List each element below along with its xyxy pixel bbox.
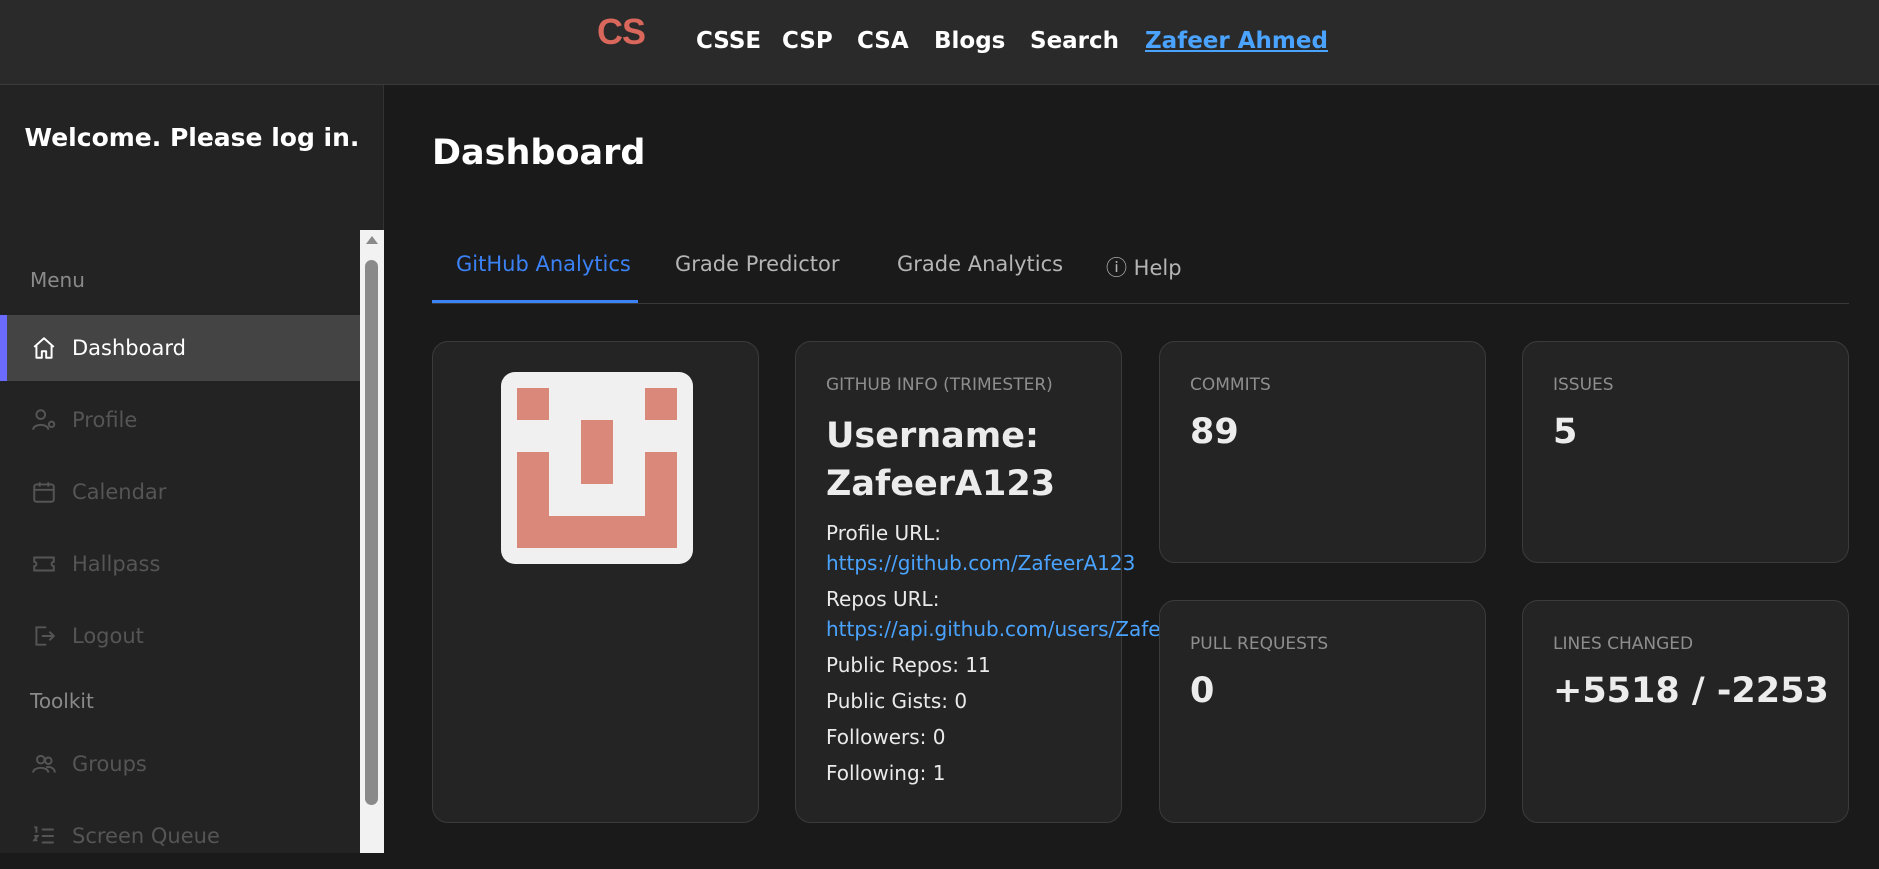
calendar-icon <box>30 478 58 506</box>
svg-text:CS: CS <box>597 12 645 52</box>
sidebar-item-profile[interactable]: Profile <box>0 387 360 453</box>
tab-bar: GitHub Analytics Grade Predictor Grade A… <box>432 232 1849 304</box>
pull-requests-value: 0 <box>1190 671 1215 711</box>
nav-link-blogs[interactable]: Blogs <box>934 28 1005 54</box>
sidebar-item-hallpass[interactable]: Hallpass <box>0 531 360 597</box>
pull-requests-label: PULL REQUESTS <box>1190 634 1329 654</box>
sidebar-item-label: Calendar <box>72 480 167 504</box>
active-tab-indicator <box>432 300 638 303</box>
github-info-card: GITHUB INFO (TRIMESTER) Username: Zafeer… <box>795 341 1171 823</box>
sidebar-item-label: Profile <box>72 408 138 432</box>
sidebar: Welcome. Please log in. Menu Dashboard P… <box>0 85 384 853</box>
sidebar-item-groups[interactable]: Groups <box>0 731 360 797</box>
commits-value: 89 <box>1190 412 1239 452</box>
tab-github-analytics[interactable]: GitHub Analytics <box>456 252 631 276</box>
logout-icon <box>30 622 58 650</box>
toolkit-heading: Toolkit <box>30 689 94 713</box>
sidebar-item-calendar[interactable]: Calendar <box>0 459 360 525</box>
issues-card: ISSUES 5 <box>1522 341 1849 563</box>
tab-grade-analytics[interactable]: Grade Analytics <box>897 252 1063 276</box>
avatar-card <box>432 341 759 823</box>
sidebar-item-label: Dashboard <box>72 336 186 360</box>
issues-value: 5 <box>1553 412 1578 452</box>
sidebar-item-label: Groups <box>72 752 147 776</box>
user-gear-icon <box>30 406 58 434</box>
sidebar-item-label: Hallpass <box>72 552 161 576</box>
nav-link-csse[interactable]: CSSE <box>696 28 761 54</box>
repos-url-clip: https://api.github.com/users/ZafeerA123/… <box>796 342 1171 822</box>
identicon-avatar <box>501 372 693 564</box>
sidebar-item-label: Logout <box>72 624 144 648</box>
list-ordered-icon <box>30 822 58 850</box>
tab-help[interactable]: ⓘ Help <box>1106 252 1182 282</box>
ticket-icon <box>30 550 58 578</box>
nav-link-search[interactable]: Search <box>1030 28 1119 54</box>
nav-user-link[interactable]: Zafeer Ahmed <box>1145 28 1328 54</box>
sidebar-item-dashboard[interactable]: Dashboard <box>0 315 360 381</box>
commits-label: COMMITS <box>1190 375 1271 395</box>
public-gists: Public Gists: 0 <box>826 689 968 713</box>
scroll-thumb[interactable] <box>365 260 378 805</box>
welcome-text: Welcome. Please log in. <box>24 123 360 152</box>
lines-changed-card: LINES CHANGED +5518 / -2253 <box>1522 600 1849 823</box>
scroll-up-arrow-icon[interactable] <box>366 236 378 244</box>
sidebar-item-screen-queue[interactable]: Screen Queue <box>0 803 360 869</box>
home-icon <box>30 334 58 362</box>
lines-changed-label: LINES CHANGED <box>1553 634 1694 654</box>
following: Following: 1 <box>826 761 946 785</box>
tab-grade-predictor[interactable]: Grade Predictor <box>675 252 840 276</box>
menu-heading: Menu <box>30 268 85 292</box>
top-navbar: CS CSSE CSP CSA Blogs Search Zafeer Ahme… <box>0 0 1879 85</box>
page-title: Dashboard <box>432 133 646 173</box>
nav-link-csa[interactable]: CSA <box>857 28 909 54</box>
cs-logo-icon[interactable]: CS <box>595 12 651 52</box>
lines-changed-value: +5518 / -2253 <box>1553 671 1829 711</box>
sidebar-item-logout[interactable]: Logout <box>0 603 360 669</box>
followers: Followers: 0 <box>826 725 946 749</box>
sidebar-scrollbar[interactable] <box>360 230 384 853</box>
sidebar-item-label: Screen Queue <box>72 824 220 848</box>
pull-requests-card: PULL REQUESTS 0 <box>1159 600 1486 823</box>
repos-url-link[interactable]: https://api.github.com/users/ZafeerA123/… <box>826 617 1171 641</box>
users-icon <box>30 750 58 778</box>
public-repos: Public Repos: 11 <box>826 653 991 677</box>
commits-card: COMMITS 89 <box>1159 341 1486 563</box>
issues-label: ISSUES <box>1553 375 1614 395</box>
nav-link-csp[interactable]: CSP <box>782 28 833 54</box>
